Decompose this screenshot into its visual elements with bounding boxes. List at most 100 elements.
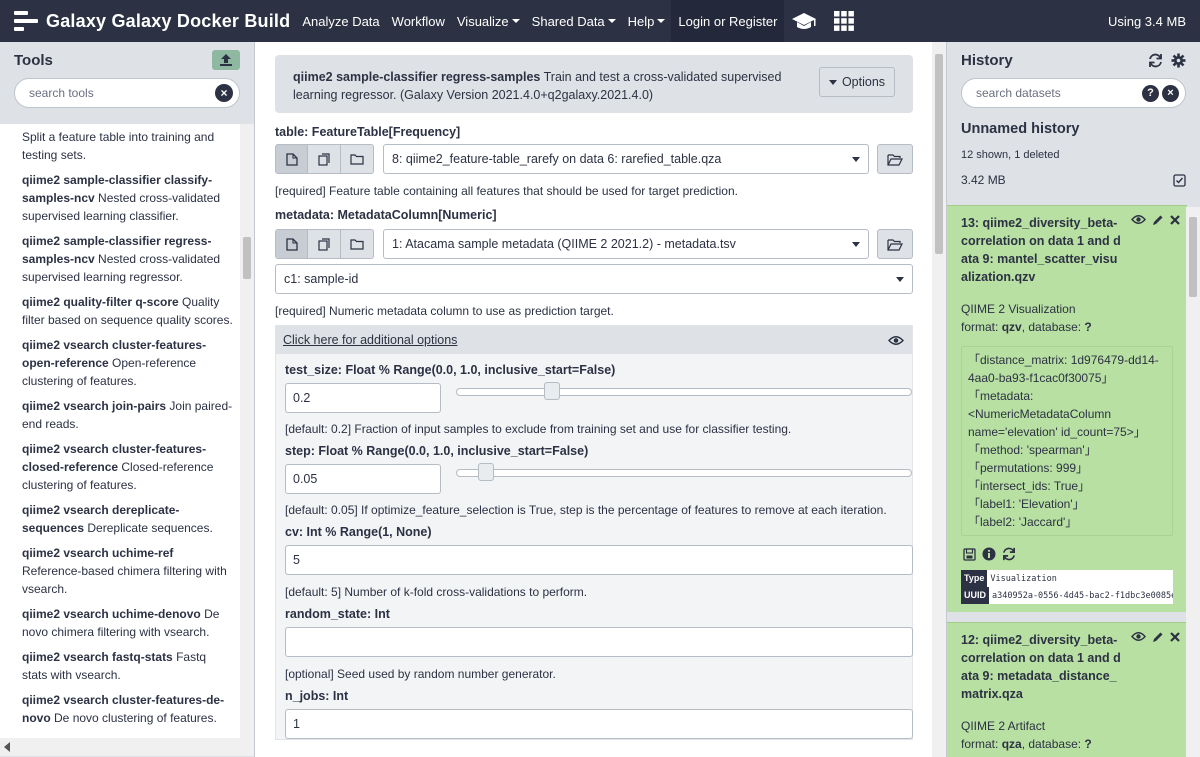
tool-panel-horizontal-scrollbar[interactable] — [0, 738, 240, 756]
clear-search-icon[interactable]: × — [215, 84, 233, 102]
tool-list-item[interactable]: qiime2 vsearch cluster-features-closed-r… — [22, 440, 240, 494]
multiple-datasets-button[interactable] — [308, 144, 341, 174]
quota-usage[interactable]: Using 3.4 MB — [1108, 0, 1186, 42]
history-size[interactable]: 3.42 MB — [961, 173, 1006, 187]
info-icon[interactable] — [981, 546, 997, 562]
metadata-select[interactable]: 1: Atacama sample metadata (QIIME 2 2021… — [383, 229, 870, 259]
pencil-icon[interactable] — [1151, 214, 1164, 227]
dataset-title[interactable]: 13: qiime2_diversity_beta-correlation on… — [961, 214, 1121, 286]
refresh-icon[interactable] — [1148, 53, 1163, 68]
eye-icon[interactable] — [1131, 631, 1146, 642]
delete-x-icon[interactable] — [1169, 631, 1181, 643]
dataset-collection-button[interactable] — [341, 144, 374, 174]
slider-thumb[interactable] — [543, 382, 560, 400]
metadata-param-label: metadata: MetadataColumn[Numeric] — [275, 208, 497, 222]
metadata-selected-value: 1: Atacama sample metadata (QIIME 2 2021… — [392, 237, 736, 251]
test-size-slider[interactable] — [455, 382, 912, 400]
metadata-row: Type Visualization — [961, 570, 1173, 587]
dataset-database[interactable]: ? — [1084, 737, 1091, 751]
tool-search-input[interactable] — [29, 86, 215, 100]
history-name[interactable]: Unnamed history — [947, 108, 1200, 141]
history-search-input[interactable] — [976, 86, 1139, 100]
tool-list-item[interactable]: qiime2 vsearch fastq-stats Fastq stats w… — [22, 648, 240, 684]
tool-description: Dereplicate sequences. — [87, 521, 213, 535]
peek-line: 「method: 'spearman'」 — [968, 443, 1097, 457]
metadata-key: UUID — [961, 587, 989, 604]
history-dataset-item[interactable]: 13: qiime2_diversity_beta-correlation on… — [947, 205, 1187, 612]
tool-panel-scrollbar-thumb[interactable] — [243, 237, 251, 279]
eye-icon[interactable] — [888, 335, 904, 346]
delete-x-icon[interactable] — [1169, 214, 1181, 226]
single-dataset-button[interactable] — [275, 144, 308, 174]
tool-list-item[interactable]: qiime2 quality-filter q-score Quality fi… — [22, 293, 240, 329]
tool-list-item[interactable]: Split a feature table into training and … — [22, 128, 240, 164]
tool-title-block: qiime2 sample-classifier regress-samples… — [293, 68, 813, 104]
nav-label: Help — [627, 13, 655, 29]
metadata-column-select[interactable]: c1: sample-id — [275, 264, 913, 294]
step-input[interactable]: 0.05 — [285, 464, 441, 494]
history-panel: History ? × Unnamed history 12 shown, 1 … — [946, 42, 1200, 757]
training-graduation-cap-icon[interactable] — [784, 0, 824, 42]
tool-list-item[interactable]: qiime2 vsearch join-pairs Join paired-en… — [22, 397, 240, 433]
tool-panel-header: Tools — [0, 42, 254, 78]
center-panel: qiime2 sample-classifier regress-samples… — [256, 42, 932, 757]
n-jobs-input[interactable]: 1 — [285, 709, 913, 739]
history-scrollbar[interactable] — [1186, 207, 1200, 757]
apps-grid-icon[interactable] — [824, 0, 864, 42]
step-slider[interactable] — [455, 463, 912, 481]
center-scrollbar-thumb[interactable] — [935, 54, 943, 254]
tool-list-item[interactable]: qiime2 sample-classifier regress-samples… — [22, 232, 240, 286]
clear-search-icon[interactable]: × — [1162, 84, 1179, 102]
tool-list-item[interactable]: qiime2 vsearch uchime-denovo De novo chi… — [22, 605, 240, 641]
table-select[interactable]: 8: qiime2_feature-table_rarefy on data 6… — [383, 144, 870, 174]
nav-login-register[interactable]: Login or Register — [671, 0, 785, 42]
random-state-input[interactable] — [285, 627, 913, 657]
history-dataset-item[interactable]: 12: qiime2_diversity_beta-correlation on… — [947, 622, 1187, 757]
multiple-datasets-button[interactable] — [308, 229, 341, 259]
tool-list-item[interactable]: qiime2 vsearch cluster-features-de-novo … — [22, 691, 240, 727]
select-items-checkbox-icon[interactable] — [1173, 173, 1186, 187]
browse-datasets-button[interactable] — [877, 144, 913, 174]
test-size-input[interactable]: 0.2 — [285, 383, 441, 413]
save-icon[interactable] — [961, 546, 977, 562]
pencil-icon[interactable] — [1151, 631, 1164, 644]
table-help: [required] Feature table containing all … — [275, 184, 738, 198]
step-label: step: Float % Range(0.0, 1.0, inclusive_… — [285, 444, 589, 458]
upload-button[interactable] — [212, 50, 240, 70]
test-size-help: [default: 0.2] Fraction of input samples… — [285, 422, 792, 436]
gear-icon[interactable] — [1171, 53, 1186, 68]
browse-datasets-button[interactable] — [877, 229, 913, 259]
tool-panel-scrollbar[interactable] — [240, 124, 254, 756]
additional-options-link[interactable]: Click here for additional options — [283, 333, 457, 347]
nav-help[interactable]: Help — [622, 0, 672, 42]
options-dropdown-button[interactable]: Options — [819, 67, 895, 97]
brand[interactable]: Galaxy Galaxy Docker Build — [0, 0, 290, 42]
center-scrollbar[interactable] — [932, 42, 946, 757]
nav-analyze-data[interactable]: Analyze Data — [296, 0, 385, 42]
nav-workflow[interactable]: Workflow — [386, 0, 451, 42]
eye-icon[interactable] — [1131, 214, 1146, 225]
tool-list-item[interactable]: qiime2 sample-classifier classify-sample… — [22, 171, 240, 225]
step-row: 0.05 — [285, 463, 912, 494]
cv-input[interactable]: 5 — [285, 545, 913, 575]
dataset-title[interactable]: 12: qiime2_diversity_beta-correlation on… — [961, 631, 1121, 703]
question-icon[interactable]: ? — [1142, 84, 1159, 102]
slider-thumb[interactable] — [477, 463, 494, 481]
tool-list-item[interactable]: qiime2 vsearch dereplicate-sequences Der… — [22, 501, 240, 537]
nav-visualize[interactable]: Visualize — [451, 0, 526, 42]
dataset-collection-button[interactable] — [341, 229, 374, 259]
test-size-label: test_size: Float % Range(0.0, 1.0, inclu… — [285, 363, 616, 377]
caret-down-icon — [896, 276, 904, 282]
dataset-database[interactable]: ? — [1084, 320, 1091, 334]
single-dataset-button[interactable] — [275, 229, 308, 259]
random-state-help: [optional] Seed used by random number ge… — [285, 667, 556, 681]
nav-shared-data[interactable]: Shared Data — [526, 0, 622, 42]
history-scrollbar-thumb[interactable] — [1189, 217, 1197, 297]
rerun-icon[interactable] — [1001, 546, 1017, 562]
history-counts[interactable]: 12 shown, 1 deleted — [947, 145, 1200, 165]
tool-list-item[interactable]: qiime2 vsearch uchime-ref Reference-base… — [22, 544, 240, 598]
peek-line: 「label1: 'Elevation'」 — [968, 497, 1085, 511]
additional-options-header[interactable]: Click here for additional options — [276, 326, 912, 354]
tool-list: Split a feature table into training and … — [0, 124, 240, 738]
tool-list-item[interactable]: qiime2 vsearch cluster-features-open-ref… — [22, 336, 240, 390]
